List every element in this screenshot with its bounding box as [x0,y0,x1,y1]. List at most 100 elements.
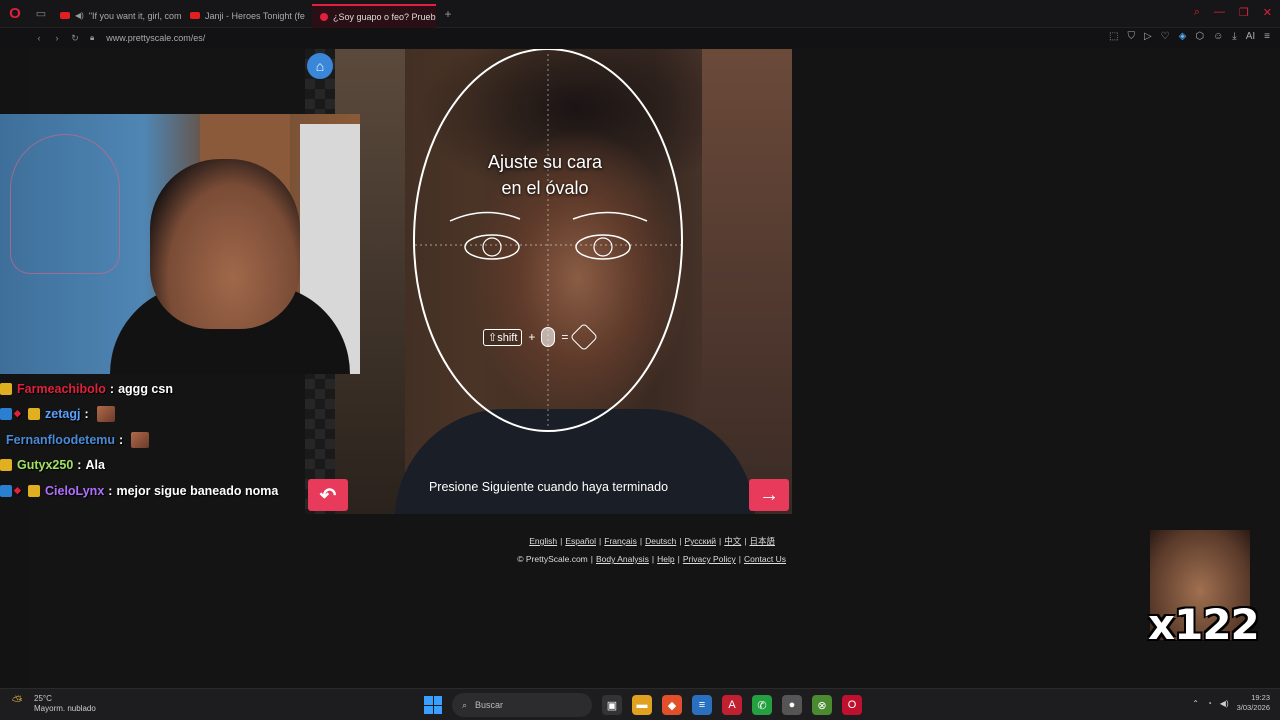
chat-username: Farmeachibolo [17,381,106,396]
windows-taskbar: ⛅︎ 25°C Mayorm. nublado ⌕ Buscar ▣ ▬ ◆ ≡… [0,688,1280,720]
snapshot-icon[interactable]: ⬚ [1109,31,1118,42]
chat-colon: : [109,381,115,396]
face-scan-app: ⌂ Ajuste su cara en el óvalo ⇧shift + = … [305,49,792,514]
download-icon[interactable]: ⤓ [1232,31,1236,42]
chat-text: aggg csn [118,381,173,396]
task-view-icon[interactable]: ▣ [602,695,622,715]
crown-badge-icon [0,459,12,472]
next-button[interactable]: → [749,479,789,511]
heart-icon[interactable]: ♡ [1161,31,1170,42]
brave-icon[interactable]: ◆ [662,695,682,715]
url-field[interactable]: www.prettyscale.com/es/ [106,33,205,43]
face-guide-oval [413,49,683,432]
maximize-icon[interactable]: ❐ [1239,6,1249,19]
rotate-icon [570,322,599,352]
link-privacy[interactable]: Privacy Policy [683,554,736,564]
emote-icon [96,406,115,423]
extensions-icon[interactable]: ⬡ [1195,31,1204,42]
profile-icon[interactable]: ☺ [1213,31,1223,42]
menu-icon[interactable]: ≡ [1264,31,1270,42]
instruction-line-1: Ajuste su cara [487,152,603,172]
tab-youtube-1[interactable]: ◀) "If you want it, girl, com [52,4,182,28]
start-icon[interactable] [424,696,442,714]
link-contact[interactable]: Contact Us [744,554,786,564]
chat-colon: : [84,407,89,422]
clock[interactable]: 19:23 3/03/2026 [1237,693,1270,713]
chat-message: Fernanfloodetemu : [0,427,300,453]
volume-icon[interactable]: ◀) [1220,699,1229,708]
network-icon[interactable]: ◔ [1207,699,1212,708]
chat-colon: : [108,483,113,498]
weather-text: Mayorm. nublado [34,704,96,713]
date: 3/03/2026 [1236,703,1270,712]
search-icon: ⌕ [462,699,468,710]
right-arrow-icon: → [759,483,779,506]
new-tab-button[interactable]: + [436,7,460,21]
site-favicon-icon [320,12,328,21]
partly-cloudy-icon: ⛅︎ [12,693,23,708]
close-icon[interactable]: ✕ [1263,6,1272,19]
whatsapp-icon[interactable]: ✆ [752,695,772,715]
tab-prettyscale[interactable]: ¿Soy guapo o feo? Prueba [312,3,436,28]
prime-badge-icon [0,484,12,497]
reload-icon[interactable]: ↻ [66,33,84,44]
opera-logo-icon[interactable]: O [0,0,30,28]
crown-badge-icon [0,382,12,395]
forward-icon[interactable]: › [48,33,66,43]
lock-icon: 🔒︎ [90,33,95,42]
obs-icon[interactable]: ● [782,695,802,715]
tab-title: Janji - Heroes Tonight (fe [205,10,305,21]
lang-chinese[interactable]: 中文 [724,536,741,546]
instruction-line-2: en el óvalo [501,178,589,198]
browser-tab-bar: O ▭ ◀) "If you want it, girl, com Janji … [0,0,1280,28]
link-body-analysis[interactable]: Body Analysis [596,554,649,564]
streamer-head [150,159,300,329]
lang-japanese[interactable]: 日本語 [749,536,775,546]
tab-title: "If you want it, girl, com [88,10,182,21]
youtube-icon [190,12,200,19]
audio-icon[interactable]: ◈ [1179,31,1187,42]
file-explorer-icon[interactable]: ▬ [632,695,652,715]
adobe-icon[interactable]: A [722,695,742,715]
next-hint: Presione Siguiente cuando haya terminado [428,480,669,494]
sub-badge-icon: ◆ [14,484,21,495]
play-icon[interactable]: ▷ [1144,31,1152,42]
minimize-icon[interactable]: — [1214,6,1225,19]
mouse-icon [541,327,556,347]
footer-links: © PrettyScale.com | Body Analysis | Help | Pri… [517,554,786,564]
shield-icon[interactable]: ⛉ [1127,31,1135,42]
youtube-icon [60,12,70,19]
lang-espanol[interactable]: Español [565,536,596,546]
plus-sign: + [528,330,536,344]
taskbar-search[interactable]: ⌕ Buscar [452,693,592,717]
tray-chevron-icon[interactable]: ⌃ [1192,699,1199,708]
rotate-hint: ⇧shift + = [483,322,599,352]
tab-youtube-2[interactable]: Janji - Heroes Tonight (fe [182,4,312,28]
link-help[interactable]: Help [657,554,674,564]
ai-button[interactable]: AI [1246,31,1255,42]
tab-menu-icon[interactable]: ▭ [30,0,52,28]
home-button[interactable]: ⌂ [307,53,333,79]
emote-icon [131,431,150,448]
chat-overlay: Farmeachibolo : aggg csn ◆ zetagj : Fern… [0,376,300,504]
notepad-icon[interactable]: ≡ [692,695,712,715]
copyright: © PrettyScale.com [517,554,588,564]
back-button[interactable]: ↶ [308,479,348,511]
speaker-icon[interactable]: ◀) [75,11,84,20]
tab-title: ¿Soy guapo o feo? Prueba [333,11,436,22]
chat-username: CieloLynx [45,483,105,498]
lang-francais[interactable]: Français [604,536,637,546]
back-icon[interactable]: ‹ [30,33,48,43]
search-tabs-icon[interactable]: ⌕ [1194,6,1200,19]
sub-badge-icon: ◆ [14,408,21,419]
xbox-icon[interactable]: ⊗ [812,695,832,715]
lang-english[interactable]: English [529,536,557,546]
lang-deutsch[interactable]: Deutsch [645,536,676,546]
crown-badge-icon [28,408,40,421]
lang-russian[interactable]: Русский [684,536,716,546]
home-icon: ⌂ [315,58,325,74]
opera-taskbar-icon[interactable]: O [842,695,862,715]
weather-widget[interactable]: ⛅︎ 25°C Mayorm. nublado [12,694,96,714]
crown-badge-icon [28,484,40,497]
chat-message: ◆ CieloLynx : mejor sigue baneado noma [0,478,300,504]
